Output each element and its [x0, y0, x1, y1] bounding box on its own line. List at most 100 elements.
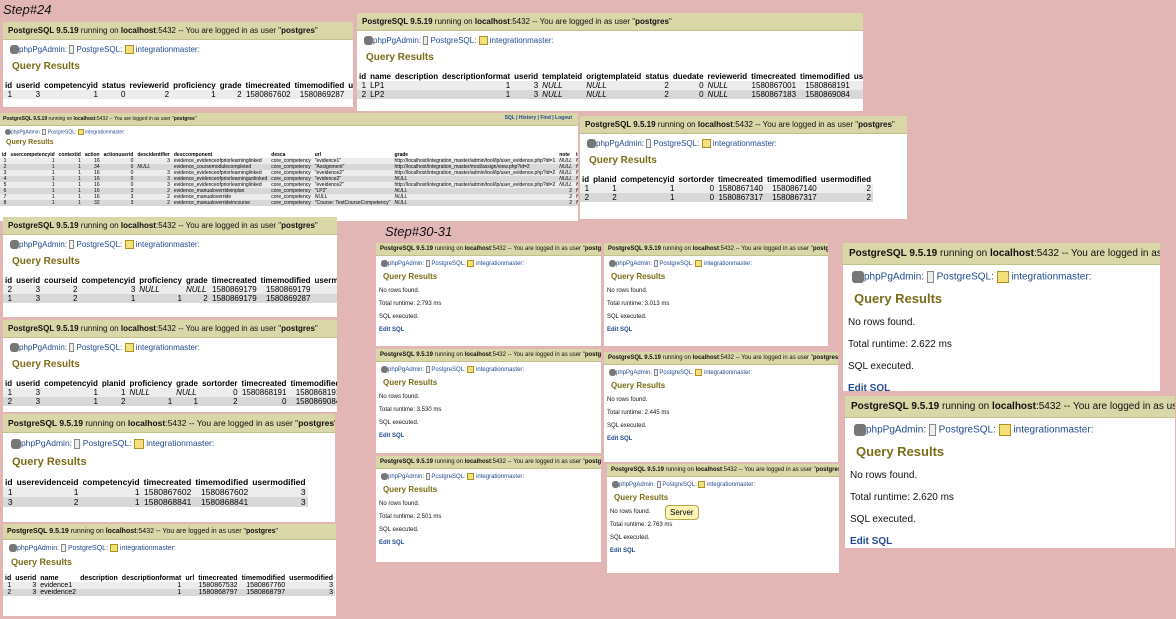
running-on-text: running on [665, 467, 694, 473]
breadcrumb-postgresql[interactable]: PostgreSQL [68, 545, 106, 552]
breadcrumb-database[interactable]: integrationmaster [136, 45, 198, 54]
breadcrumb-database[interactable]: integrationmaster [476, 367, 522, 373]
breadcrumb-database[interactable]: integrationmaster [136, 343, 198, 352]
breadcrumb-phppgadmin[interactable]: phpPgAdmin [616, 370, 650, 376]
breadcrumb-phppgadmin[interactable]: phpPgAdmin [388, 474, 422, 480]
breadcrumb-phppgadmin[interactable]: phpPgAdmin [373, 36, 419, 45]
host-name: localhost [127, 418, 166, 428]
server-icon [425, 260, 430, 267]
user-name: postgres [173, 116, 195, 122]
breadcrumb-postgresql[interactable]: PostgreSQL [83, 438, 129, 448]
breadcrumb-postgresql[interactable]: PostgreSQL [48, 129, 75, 135]
breadcrumb-database[interactable]: integrationmaster [490, 36, 552, 45]
sql-executed-text: SQL executed. [610, 535, 650, 542]
edit-sql-link[interactable]: Edit SQL [604, 327, 828, 333]
query-results-heading: Query Results [12, 359, 80, 371]
breadcrumb-database[interactable]: integrationmaster [85, 129, 124, 135]
server-version: PostgreSQL 9.5.19 [380, 352, 433, 358]
column-header: grade [176, 379, 198, 389]
breadcrumb-phppgadmin[interactable]: phpPgAdmin [619, 482, 653, 488]
breadcrumb-postgresql[interactable]: PostgreSQL [431, 367, 464, 373]
server-icon [653, 260, 658, 267]
column-header: reviewerid [707, 72, 748, 82]
server-title-bar: PostgreSQL 9.5.19 running on localhost:5… [3, 22, 353, 40]
breadcrumb-postgresql[interactable]: PostgreSQL [654, 139, 698, 148]
breadcrumb-postgresql[interactable]: PostgreSQL [659, 370, 692, 376]
breadcrumb-phppgadmin[interactable]: phpPgAdmin [864, 272, 921, 283]
breadcrumb-database[interactable]: integrationmaster [120, 545, 174, 552]
table-cell: 1 [3, 294, 15, 304]
elephant-icon [381, 260, 388, 267]
breadcrumb-postgresql[interactable]: PostgreSQL [662, 482, 695, 488]
results-table: id planid competencyid sortorder timecreated… [580, 175, 873, 203]
breadcrumb-phppgadmin[interactable]: phpPgAdmin [866, 425, 923, 436]
breadcrumb-postgresql[interactable]: PostgreSQL [937, 272, 991, 283]
table-cell: 2 [851, 81, 863, 91]
database-icon [701, 139, 711, 149]
server-icon [69, 343, 75, 353]
breadcrumb-postgresql[interactable]: PostgreSQL [77, 45, 121, 54]
top-nav-links[interactable]: SQL | History | Find | Logout [505, 115, 572, 121]
sql-executed-text: SQL executed. [850, 514, 916, 525]
edit-sql-link[interactable]: Edit SQL [376, 540, 601, 546]
breadcrumb-phppgadmin[interactable]: phpPgAdmin [616, 261, 650, 267]
table-cell: 0 [670, 81, 706, 91]
table-cell: 1580867532 [196, 582, 240, 589]
breadcrumb-database[interactable]: integrationmaster [476, 474, 522, 480]
breadcrumb-phppgadmin[interactable]: phpPgAdmin [388, 261, 422, 267]
breadcrumb-postgresql[interactable]: PostgreSQL [431, 474, 464, 480]
breadcrumb-phppgadmin[interactable]: phpPgAdmin [388, 367, 422, 373]
column-header: name [370, 72, 392, 82]
breadcrumb-database[interactable]: integrationmaster [476, 261, 522, 267]
breadcrumb-database[interactable]: integrationmaster [146, 438, 212, 448]
breadcrumb-database[interactable]: integrationmaster [707, 482, 753, 488]
port-text: :5432 -- You are logged in as user " [721, 467, 816, 473]
database-icon [124, 343, 134, 353]
edit-sql-link[interactable]: Edit SQL [843, 383, 1160, 391]
edit-sql-link[interactable]: Edit SQL [376, 433, 601, 439]
breadcrumb-database[interactable]: integrationmaster [1013, 425, 1090, 436]
breadcrumb-phppgadmin[interactable]: phpPgAdmin [11, 129, 40, 135]
sql-window-2: PostgreSQL 9.5.19 running on localhost:5… [604, 243, 828, 346]
edit-sql-link[interactable]: Edit SQL [845, 536, 1175, 547]
edit-sql-link[interactable]: Edit SQL [604, 436, 838, 442]
breadcrumb-phppgadmin[interactable]: phpPgAdmin [21, 438, 70, 448]
breadcrumb-postgresql[interactable]: PostgreSQL [77, 240, 121, 249]
sql-executed-text: SQL executed. [607, 314, 647, 321]
breadcrumb-postgresql[interactable]: PostgreSQL [939, 425, 993, 436]
server-title-bar: PostgreSQL 9.5.19 running on localhost:5… [376, 243, 601, 256]
breadcrumb-postgresql[interactable]: PostgreSQL [431, 36, 475, 45]
table-row: 2 2 1 0 1580867317 1580867317 2 [580, 193, 873, 203]
query-results-heading: Query Results [383, 378, 438, 388]
table-cell: 1580868841 [141, 496, 194, 507]
breadcrumb-database[interactable]: integrationmaster [136, 240, 198, 249]
database-icon [109, 544, 118, 552]
edit-sql-link[interactable]: Edit SQL [607, 548, 839, 554]
breadcrumb-postgresql[interactable]: PostgreSQL [659, 261, 692, 267]
running-on-text: running on [657, 120, 696, 129]
breadcrumb-postgresql[interactable]: PostgreSQL [431, 261, 464, 267]
breadcrumb: phpPgAdmin: PostgreSQL: integrationmaste… [357, 31, 863, 50]
table-row: 2323NULLNULL158086917915808691792 [3, 285, 337, 295]
runtime-text: Total runtime: 2.445 ms [607, 410, 670, 417]
server-icon [928, 424, 936, 436]
breadcrumb: phpPgAdmin: PostgreSQL: integrationmaste… [376, 469, 601, 484]
breadcrumb-phppgadmin[interactable]: phpPgAdmin [596, 139, 642, 148]
breadcrumb-phppgadmin[interactable]: phpPgAdmin [19, 343, 65, 352]
server-version: PostgreSQL 9.5.19 [585, 120, 656, 129]
query-window-evidence-log: PostgreSQL 9.5.19 running on localhost:5… [0, 113, 578, 221]
breadcrumb-database[interactable]: integrationmaster [1011, 272, 1088, 283]
elephant-icon [854, 424, 866, 436]
breadcrumb-phppgadmin[interactable]: phpPgAdmin [17, 545, 57, 552]
breadcrumb-database[interactable]: integrationmaster [704, 261, 750, 267]
breadcrumb-database[interactable]: integrationmaster [704, 370, 750, 376]
server-title-bar: PostgreSQL 9.5.19 running on localhost:5… [376, 349, 601, 362]
breadcrumb-phppgadmin[interactable]: phpPgAdmin [19, 240, 65, 249]
edit-sql-link[interactable]: Edit SQL [376, 327, 601, 333]
no-rows-text: No rows found. [379, 394, 420, 401]
breadcrumb-database[interactable]: integrationmaster [713, 139, 775, 148]
breadcrumb-separator: : [197, 240, 200, 249]
breadcrumb-phppgadmin[interactable]: phpPgAdmin [19, 45, 65, 54]
column-header: usermodified [820, 175, 871, 185]
breadcrumb-postgresql[interactable]: PostgreSQL [77, 343, 121, 352]
